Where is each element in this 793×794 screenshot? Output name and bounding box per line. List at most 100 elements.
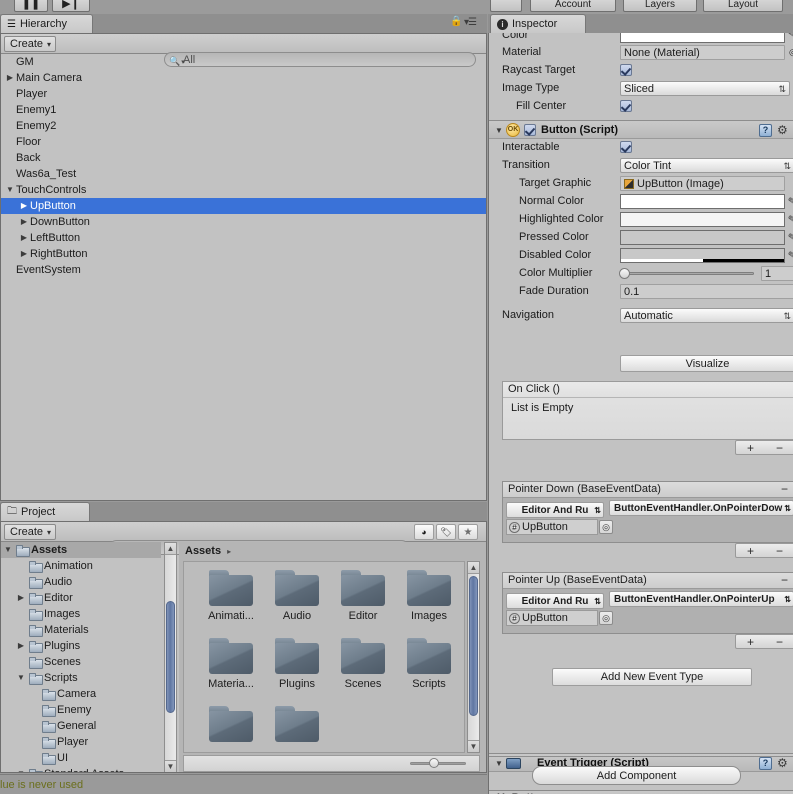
add-icon[interactable]: +: [747, 441, 754, 455]
button-transition-row[interactable]: Transition Color Tint ⇅: [489, 157, 793, 175]
label-filter-icon[interactable]: 🏷: [436, 524, 456, 540]
chevron-right-icon[interactable]: ▶: [19, 198, 29, 214]
hierarchy-item-downbutton[interactable]: ▶ DownButton: [1, 214, 486, 230]
asset-item[interactable]: Editor: [330, 570, 396, 622]
hierarchy-item-floor[interactable]: Floor: [1, 134, 486, 150]
button-component-header[interactable]: ▼ OK Button (Script) ? ⚙: [489, 120, 793, 139]
zoom-slider-knob[interactable]: [428, 758, 439, 768]
project-tree-item-plugins[interactable]: ▶ Plugins: [1, 638, 161, 654]
project-tree-item-camera[interactable]: Camera: [1, 686, 161, 702]
help-icon[interactable]: ?: [759, 124, 772, 137]
image-type-dropdown[interactable]: Sliced ⇅: [620, 81, 790, 96]
button-foldout-icon[interactable]: ▼: [495, 126, 503, 135]
event-entry[interactable]: Pointer Up (BaseEventData) − Editor And …: [502, 572, 793, 634]
project-tree-item-scripts[interactable]: ▼ Scripts: [1, 670, 161, 686]
onclick-list[interactable]: On Click () List is Empty: [502, 381, 793, 440]
inspector-footer[interactable]: UpButton ⇅: [489, 790, 793, 794]
hierarchy-item-rightbutton[interactable]: ▶ RightButton: [1, 246, 486, 262]
button-normalcolor-field[interactable]: [620, 194, 785, 209]
event-scope-dropdown[interactable]: Editor And Ru ⇅: [506, 593, 604, 609]
asset-item[interactable]: [198, 706, 264, 746]
event-trigger-foldout-icon[interactable]: ▼: [495, 759, 503, 768]
gear-icon[interactable]: ⚙: [777, 124, 788, 136]
project-tree-item-images[interactable]: Images: [1, 606, 161, 622]
hierarchy-item-player[interactable]: Player: [1, 86, 486, 102]
scroll-thumb[interactable]: [166, 601, 175, 713]
remove-icon[interactable]: −: [776, 441, 783, 455]
image-material-row[interactable]: Material None (Material) ◎: [489, 44, 793, 62]
event-function-dropdown[interactable]: ButtonEventHandler.OnPointerDow ⇅: [609, 500, 793, 516]
remove-icon[interactable]: −: [781, 482, 788, 497]
hierarchy-item-was6a-test[interactable]: Was6a_Test: [1, 166, 486, 182]
project-tree-scrollbar[interactable]: ▲ ▼: [164, 542, 177, 772]
remove-icon[interactable]: −: [776, 544, 783, 558]
hierarchy-item-upbutton[interactable]: ▶ UpButton: [1, 198, 486, 214]
asset-item[interactable]: Animati...: [198, 570, 264, 622]
hierarchy-create-button[interactable]: Create: [4, 36, 56, 52]
chevron-down-icon[interactable]: ▼: [16, 766, 26, 772]
chevron-down-icon[interactable]: ▼: [5, 182, 15, 198]
status-bar[interactable]: lue is never used: [0, 774, 487, 794]
button-transition-dropdown[interactable]: Color Tint ⇅: [620, 158, 793, 173]
button-navigation-dropdown[interactable]: Automatic ⇅: [620, 308, 793, 323]
hierarchy-item-touchcontrols[interactable]: ▼ TouchControls: [1, 182, 486, 198]
event-object-field[interactable]: # UpButton: [506, 610, 598, 626]
project-tree-item-player[interactable]: Player: [1, 734, 161, 750]
object-picker-icon[interactable]: ◎: [599, 611, 613, 625]
asset-item[interactable]: Scripts: [396, 638, 462, 690]
project-tree-item-assets[interactable]: ▼ Assets: [1, 542, 161, 558]
options-menu-icon[interactable]: ▾☰: [464, 17, 477, 28]
button-highlightedcolor-field[interactable]: [620, 212, 785, 227]
project-tree-item-animation[interactable]: Animation: [1, 558, 161, 574]
button-interactable-checkbox[interactable]: [620, 141, 632, 153]
button-fadeduration-row[interactable]: Fade Duration 0.1: [489, 283, 793, 301]
button-pressedcolor-field[interactable]: [620, 230, 785, 245]
project-tree-item-editor[interactable]: ▶ Editor: [1, 590, 161, 606]
chevron-right-icon[interactable]: ▶: [19, 230, 29, 246]
scroll-up-icon[interactable]: ▲: [468, 562, 479, 574]
image-color-row[interactable]: Color ✎: [489, 33, 793, 44]
project-tree-item-scenes[interactable]: Scenes: [1, 654, 161, 670]
eyedropper-icon[interactable]: ✎: [787, 194, 793, 209]
onclick-add-remove[interactable]: + −: [735, 440, 793, 455]
tab-hierarchy[interactable]: ☰ Hierarchy: [0, 14, 93, 33]
button-colormultiplier-row[interactable]: Color Multiplier 1: [489, 265, 793, 283]
image-fillcenter-checkbox[interactable]: [620, 100, 632, 112]
button-interactable-row[interactable]: Interactable: [489, 139, 793, 157]
chevron-right-icon[interactable]: ▶: [16, 638, 26, 654]
asset-item[interactable]: Images: [396, 570, 462, 622]
chevron-right-icon[interactable]: ▶: [19, 246, 29, 262]
help-icon[interactable]: ?: [759, 757, 772, 770]
hierarchy-item-back[interactable]: Back: [1, 150, 486, 166]
color-multiplier-value-field[interactable]: 1: [761, 266, 793, 281]
project-tree-item-enemy[interactable]: Enemy: [1, 702, 161, 718]
event-function-dropdown[interactable]: ButtonEventHandler.OnPointerUp ⇅: [609, 591, 793, 607]
add-component-button[interactable]: Add Component: [532, 766, 741, 785]
hierarchy-item-enemy2[interactable]: Enemy2: [1, 118, 486, 134]
hierarchy-item-main-camera[interactable]: ▶ Main Camera: [1, 70, 486, 86]
pause-button[interactable]: ❚❚: [14, 0, 48, 12]
project-breadcrumb[interactable]: Assets ▸: [185, 545, 231, 557]
button-highlightedcolor-row[interactable]: Highlighted Color ✎: [489, 211, 793, 229]
eyedropper-icon[interactable]: ✎: [787, 248, 793, 263]
chevron-right-icon[interactable]: ▶: [5, 70, 15, 86]
gear-icon[interactable]: ⚙: [777, 757, 788, 769]
project-tree-item-audio[interactable]: Audio: [1, 574, 161, 590]
event-object-field[interactable]: # UpButton: [506, 519, 598, 535]
tab-inspector[interactable]: i Inspector: [490, 14, 586, 33]
asset-item[interactable]: Scenes: [330, 638, 396, 690]
add-new-event-type-button[interactable]: Add New Event Type: [552, 668, 752, 686]
chevron-right-icon[interactable]: ▶: [19, 214, 29, 230]
project-asset-grid[interactable]: Animati... Audio Editor Images Materia... Plu…: [183, 561, 465, 753]
asset-item[interactable]: [264, 706, 330, 746]
asset-item[interactable]: Audio: [264, 570, 330, 622]
button-targetgraphic-row[interactable]: Target Graphic UpButton (Image): [489, 175, 793, 193]
event-entry-add-remove[interactable]: + −: [735, 543, 793, 558]
hierarchy-item-gm[interactable]: GM: [1, 54, 486, 70]
image-type-row[interactable]: Image Type Sliced ⇅: [489, 80, 793, 98]
hierarchy-item-eventsystem[interactable]: EventSystem: [1, 262, 486, 278]
hierarchy-item-enemy1[interactable]: Enemy1: [1, 102, 486, 118]
event-scope-dropdown[interactable]: Editor And Ru ⇅: [506, 502, 604, 518]
scroll-thumb[interactable]: [469, 576, 478, 716]
button-navigation-row[interactable]: Navigation Automatic ⇅: [489, 307, 793, 327]
